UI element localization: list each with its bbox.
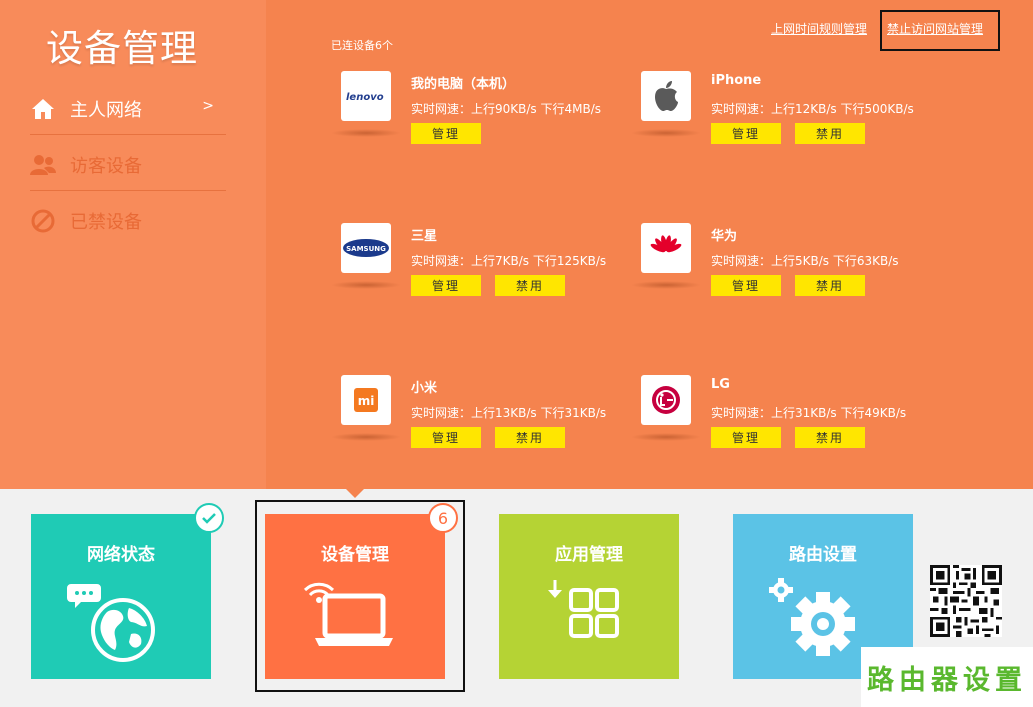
block-button[interactable]: 禁用 [495, 275, 565, 296]
device-name: 小米 [411, 381, 438, 396]
device-name: LG [711, 377, 730, 392]
sidebar-item-blocked-devices[interactable]: 已禁设备 [30, 195, 226, 247]
sidebar-item-guest-devices[interactable]: 访客设备 [30, 139, 226, 191]
device-speed: 实时网速：上行7KB/s 下行125KB/s [411, 254, 607, 268]
sidebar: 设备管理 主人网络 > 访客设备 已禁设备 [0, 0, 266, 489]
tile-device-management[interactable]: 设备管理 [265, 514, 445, 679]
divider [30, 190, 226, 191]
tile-label: 应用管理 [555, 545, 623, 565]
globe-icon [67, 584, 155, 662]
manage-button[interactable]: 管理 [411, 427, 481, 448]
logo-shadow [331, 433, 401, 441]
device-speed: 实时网速：上行31KB/s 下行49KB/s [711, 406, 907, 420]
logo-shadow [631, 129, 701, 137]
block-button[interactable]: 禁用 [495, 427, 565, 448]
gear-icon [769, 578, 855, 656]
lg-logo-icon [641, 375, 691, 425]
device-name: iPhone [711, 73, 762, 88]
device-name: 华为 [711, 229, 738, 244]
tile-label: 设备管理 [321, 545, 389, 565]
active-tile-pointer [346, 489, 364, 498]
device-name: 我的电脑（本机） [411, 77, 516, 92]
samsung-logo-icon: SAMSUNG [341, 223, 391, 273]
logo-shadow [631, 433, 701, 441]
svg-text:lenovo: lenovo [346, 92, 384, 103]
device-name: 三星 [411, 229, 438, 244]
ban-icon [30, 208, 56, 234]
logo-shadow [631, 281, 701, 289]
block-button[interactable]: 禁用 [795, 427, 865, 448]
huawei-icon [641, 223, 691, 273]
logo-shadow [331, 281, 401, 289]
block-sites-link[interactable]: 禁止访问网站管理 [887, 20, 983, 37]
page-title: 设备管理 [46, 27, 198, 70]
device-card: iPhone 实时网速：上行12KB/s 下行500KB/s 管理 禁用 [631, 71, 921, 181]
lenovo-logo-icon: lenovo [341, 71, 391, 121]
device-card: mi 小米 实时网速：上行13KB/s 下行31KB/s 管理 禁用 [331, 375, 621, 485]
qr-code-icon [930, 565, 1002, 637]
device-card: SAMSUNG 三星 实时网速：上行7KB/s 下行125KB/s 管理 禁用 [331, 223, 621, 333]
badge-count: 6 [437, 508, 449, 528]
device-card: lenovo 我的电脑（本机） 实时网速：上行90KB/s 下行4MB/s 管理 [331, 71, 621, 181]
sidebar-item-owner-network[interactable]: 主人网络 > [30, 83, 226, 135]
sidebar-item-label: 已禁设备 [70, 212, 142, 233]
manage-button[interactable]: 管理 [411, 123, 481, 144]
svg-text:SAMSUNG: SAMSUNG [346, 245, 386, 253]
watermark-text: 路由器设置 [867, 664, 1027, 696]
tile-label: 网络状态 [87, 545, 155, 565]
svg-text:mi: mi [358, 394, 375, 408]
tile-app-management[interactable]: 应用管理 [499, 514, 679, 679]
check-icon [194, 503, 224, 533]
sidebar-item-label: 访客设备 [70, 156, 142, 177]
sidebar-item-label: 主人网络 [70, 100, 142, 121]
device-count-badge: 6 [428, 503, 458, 533]
schedule-rules-link[interactable]: 上网时间规则管理 [771, 20, 867, 37]
manage-button[interactable]: 管理 [711, 427, 781, 448]
device-speed: 实时网速：上行5KB/s 下行63KB/s [711, 254, 899, 268]
device-speed: 实时网速：上行13KB/s 下行31KB/s [411, 406, 607, 420]
xiaomi-logo-icon: mi [341, 375, 391, 425]
watermark: 路由器设置 [861, 647, 1033, 707]
device-speed: 实时网速：上行12KB/s 下行500KB/s [711, 102, 914, 116]
laptop-wifi-icon [303, 582, 393, 646]
home-icon [30, 96, 56, 122]
apps-grid-icon [548, 580, 619, 638]
users-icon [30, 152, 56, 178]
apple-icon [641, 71, 691, 121]
tile-label: 路由设置 [789, 545, 857, 565]
device-card: LG 实时网速：上行31KB/s 下行49KB/s 管理 禁用 [631, 375, 921, 485]
device-speed: 实时网速：上行90KB/s 下行4MB/s [411, 102, 601, 116]
connected-count: 已连设备6个 [331, 39, 393, 52]
block-button[interactable]: 禁用 [795, 275, 865, 296]
divider [30, 134, 226, 135]
manage-button[interactable]: 管理 [411, 275, 481, 296]
logo-shadow [331, 129, 401, 137]
device-card: 华为 实时网速：上行5KB/s 下行63KB/s 管理 禁用 [631, 223, 921, 333]
chevron-right-icon: > [202, 98, 214, 114]
block-button[interactable]: 禁用 [795, 123, 865, 144]
tile-network-status[interactable]: 网络状态 [31, 514, 211, 679]
manage-button[interactable]: 管理 [711, 275, 781, 296]
manage-button[interactable]: 管理 [711, 123, 781, 144]
